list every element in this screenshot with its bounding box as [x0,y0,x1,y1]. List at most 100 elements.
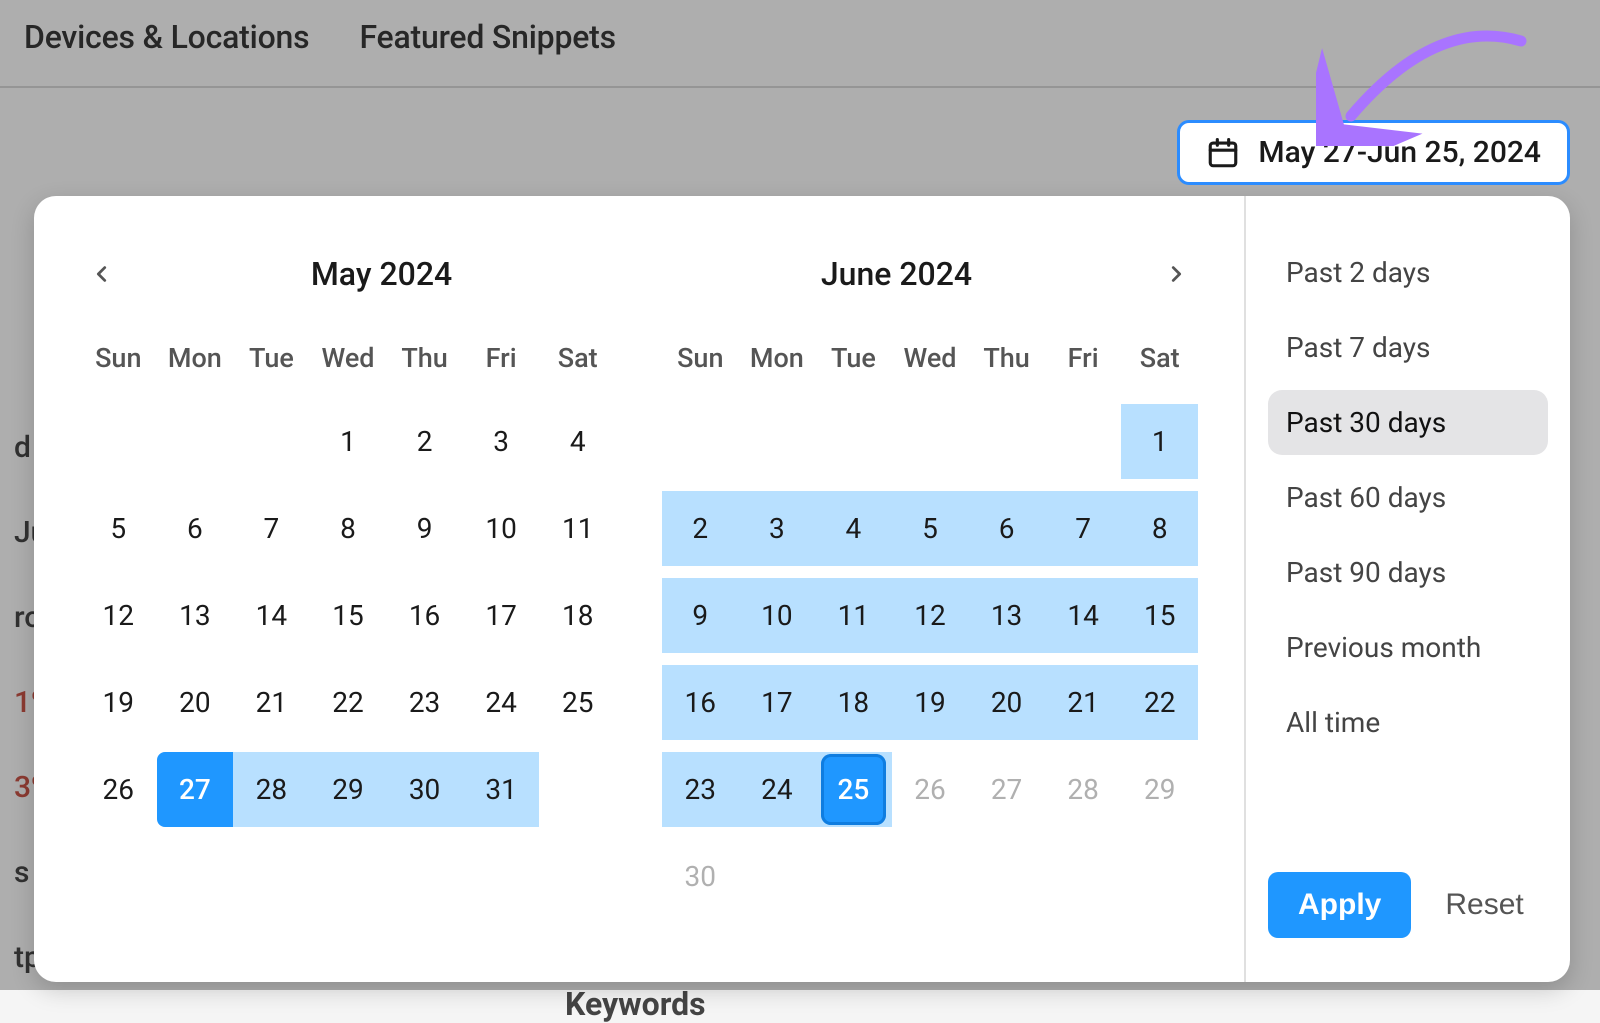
calendar-day[interactable]: 21 [233,665,310,740]
calendar-day[interactable]: 8 [310,491,387,566]
calendar-day [815,404,892,479]
calendar-day [1045,839,1122,914]
calendar-day[interactable]: 22 [1121,665,1198,740]
dow-cell: Sat [1121,338,1198,378]
keywords-heading: Keywords [565,985,706,1023]
calendar-day[interactable]: 7 [1045,491,1122,566]
calendar-day[interactable]: 27 [968,752,1045,827]
calendar-day[interactable]: 2 [662,491,739,566]
calendar-day[interactable]: 23 [386,665,463,740]
dow-cell: Tue [815,338,892,378]
calendar-day[interactable]: 31 [463,752,540,827]
calendar-day[interactable]: 3 [463,404,540,479]
calendar-day[interactable]: 26 [80,752,157,827]
calendar-day[interactable]: 20 [157,665,234,740]
calendar-day[interactable]: 8 [1121,491,1198,566]
calendar-day[interactable]: 29 [310,752,387,827]
calendar-day[interactable]: 25 [815,752,892,827]
calendar-day[interactable]: 19 [892,665,969,740]
dow-cell: Thu [386,338,463,378]
calendar-day[interactable]: 6 [968,491,1045,566]
date-range-trigger[interactable]: May 27-Jun 25, 2024 [1177,120,1570,185]
preset-option[interactable]: All time [1268,690,1548,755]
chevron-left-icon [91,263,113,285]
calendar-day [233,404,310,479]
preset-option[interactable]: Past 2 days [1268,240,1548,305]
apply-button[interactable]: Apply [1268,872,1411,938]
calendar-day[interactable]: 4 [815,491,892,566]
calendar-day[interactable]: 2 [386,404,463,479]
calendar-day [739,839,816,914]
next-month-button[interactable] [1154,252,1198,296]
month-title-right: June 2024 [639,255,1154,293]
calendar-day[interactable]: 11 [815,578,892,653]
calendar-day[interactable]: 22 [310,665,387,740]
calendar-day[interactable]: 29 [1121,752,1198,827]
preset-option[interactable]: Past 7 days [1268,315,1548,380]
prev-month-button[interactable] [80,252,124,296]
calendar-day[interactable]: 20 [968,665,1045,740]
calendar-day[interactable]: 27 [157,752,234,827]
dow-cell: Fri [463,338,540,378]
calendar-day[interactable]: 26 [892,752,969,827]
calendar-day [815,839,892,914]
calendar-day [739,404,816,479]
calendar-day[interactable]: 12 [892,578,969,653]
calendar-day[interactable]: 14 [233,578,310,653]
calendar-day[interactable]: 15 [310,578,387,653]
calendar-day [892,839,969,914]
calendar-day[interactable]: 23 [662,752,739,827]
calendar-day[interactable]: 15 [1121,578,1198,653]
calendar-day[interactable]: 6 [157,491,234,566]
calendar-day[interactable]: 24 [739,752,816,827]
calendar-day[interactable]: 7 [233,491,310,566]
calendar-left: SunMonTueWedThuFriSat 123456789101112131… [80,338,616,926]
chevron-right-icon [1165,263,1187,285]
calendar-day[interactable]: 12 [80,578,157,653]
calendar-day[interactable]: 9 [386,491,463,566]
calendar-day [892,404,969,479]
presets-panel: Past 2 days Past 7 days Past 30 days Past 6… [1244,196,1570,982]
calendar-day[interactable]: 30 [386,752,463,827]
calendar-day[interactable]: 17 [463,578,540,653]
calendar-day[interactable]: 28 [233,752,310,827]
preset-option[interactable]: Past 90 days [1268,540,1548,605]
calendar-day[interactable]: 13 [968,578,1045,653]
reset-button[interactable]: Reset [1445,888,1523,922]
calendar-day [968,404,1045,479]
calendar-day [662,404,739,479]
preset-option[interactable]: Past 30 days [1268,390,1548,455]
calendar-day[interactable]: 9 [662,578,739,653]
calendar-day[interactable]: 1 [1121,404,1198,479]
calendar-day[interactable]: 10 [463,491,540,566]
preset-option[interactable]: Previous month [1268,615,1548,680]
calendar-day[interactable]: 25 [539,665,616,740]
calendar-day[interactable]: 30 [662,839,739,914]
calendar-day[interactable]: 3 [739,491,816,566]
calendar-icon [1206,136,1240,170]
calendar-day[interactable]: 1 [310,404,387,479]
preset-option[interactable]: Past 60 days [1268,465,1548,530]
calendar-day[interactable]: 18 [815,665,892,740]
calendar-day[interactable]: 10 [739,578,816,653]
calendar-day[interactable]: 13 [157,578,234,653]
calendar-day[interactable]: 11 [539,491,616,566]
calendar-day[interactable]: 17 [739,665,816,740]
month-title-left: May 2024 [124,255,639,293]
calendar-day[interactable]: 14 [1045,578,1122,653]
calendar-day[interactable]: 4 [539,404,616,479]
calendar-day[interactable]: 16 [662,665,739,740]
calendar-day [1045,404,1122,479]
calendars-area: May 2024 June 2024 SunMonTueWedThuFriSat… [34,196,1244,982]
calendar-day [968,839,1045,914]
dow-cell: Fri [1045,338,1122,378]
dow-cell: Wed [310,338,387,378]
calendar-day[interactable]: 21 [1045,665,1122,740]
calendar-day[interactable]: 28 [1045,752,1122,827]
calendar-day[interactable]: 24 [463,665,540,740]
calendar-day[interactable]: 5 [80,491,157,566]
calendar-day[interactable]: 18 [539,578,616,653]
calendar-day[interactable]: 16 [386,578,463,653]
calendar-day[interactable]: 19 [80,665,157,740]
calendar-day[interactable]: 5 [892,491,969,566]
